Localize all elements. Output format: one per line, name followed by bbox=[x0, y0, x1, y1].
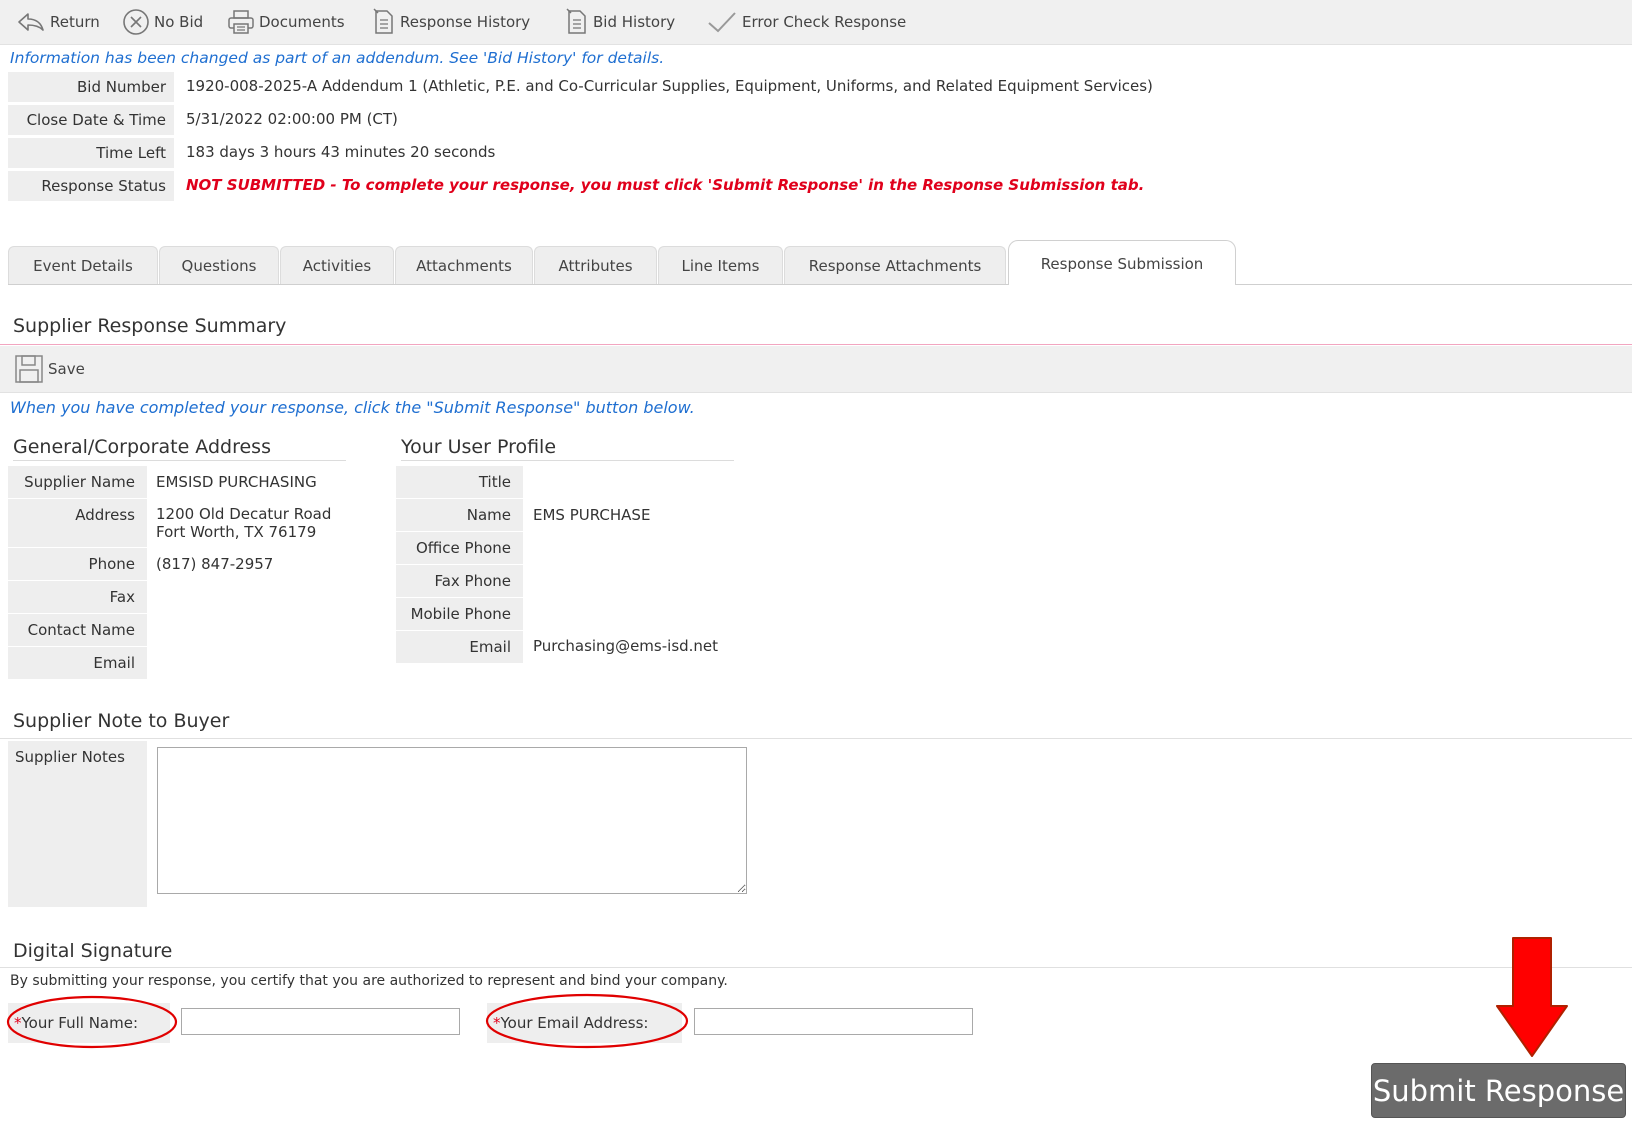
tab-event-details[interactable]: Event Details bbox=[8, 246, 158, 284]
office-phone-label: Office Phone bbox=[396, 532, 523, 564]
profile-name-value: EMS PURCHASE bbox=[533, 506, 651, 524]
printer-icon bbox=[228, 10, 254, 34]
mobile-phone-label: Mobile Phone bbox=[396, 598, 523, 630]
time-left-value: 183 days 3 hours 43 minutes 20 seconds bbox=[186, 143, 496, 161]
error-check-response-button[interactable]: Error Check Response bbox=[706, 10, 906, 34]
supplier-notes-textarea[interactable] bbox=[157, 747, 747, 894]
response-status-label: Response Status bbox=[8, 171, 174, 201]
submit-response-button[interactable]: Submit Response bbox=[1371, 1063, 1626, 1118]
bid-history-button[interactable]: Bid History bbox=[565, 8, 676, 34]
email-address-input[interactable] bbox=[694, 1008, 973, 1035]
submit-instruction: When you have completed your response, c… bbox=[10, 398, 695, 417]
response-history-button[interactable]: Response History bbox=[372, 8, 531, 34]
fax-label: Fax bbox=[8, 581, 147, 613]
notes-divider bbox=[0, 738, 1632, 739]
circle-x-icon bbox=[123, 9, 149, 35]
profile-email-value: Purchasing@ems-isd.net bbox=[533, 637, 719, 655]
error-check-label: Error Check Response bbox=[742, 13, 907, 31]
certification-text: By submitting your response, you certify… bbox=[10, 973, 728, 989]
checkmark-icon bbox=[708, 12, 736, 33]
bid-history-label: Bid History bbox=[593, 13, 676, 31]
annotation-overlay bbox=[6, 993, 689, 1049]
response-status-value: NOT SUBMITTED - To complete your respons… bbox=[186, 176, 1145, 194]
addendum-notice: Information has been changed as part of … bbox=[10, 49, 665, 67]
tab-questions[interactable]: Questions bbox=[159, 246, 279, 284]
save-button[interactable]: Save bbox=[14, 354, 85, 384]
documents-label: Documents bbox=[259, 13, 345, 31]
profile-email-label: Email bbox=[396, 631, 523, 663]
close-date-label: Close Date & Time bbox=[8, 105, 174, 135]
email-label: Email bbox=[8, 647, 147, 679]
supplier-name-value: EMSISD PURCHASING bbox=[156, 473, 317, 491]
documents-button[interactable]: Documents bbox=[227, 10, 345, 34]
summary-title: Supplier Response Summary bbox=[13, 315, 287, 337]
tab-attachments[interactable]: Attachments bbox=[395, 246, 533, 284]
save-toolbar: Save bbox=[0, 346, 1632, 393]
return-label: Return bbox=[50, 13, 100, 31]
annotation-ellipse-name bbox=[6, 995, 178, 1049]
section-divider bbox=[0, 344, 1632, 345]
return-arrow-icon bbox=[18, 13, 44, 31]
time-left-label: Time Left bbox=[8, 138, 174, 168]
address-line2: Fort Worth, TX 76179 bbox=[156, 523, 317, 541]
contact-name-label: Contact Name bbox=[8, 614, 147, 646]
profile-heading: Your User Profile bbox=[401, 436, 734, 461]
no-bid-button[interactable]: No Bid bbox=[122, 9, 204, 35]
return-button[interactable]: Return bbox=[16, 10, 100, 34]
signature-heading: Digital Signature bbox=[13, 940, 173, 962]
no-bid-label: No Bid bbox=[154, 13, 204, 31]
phone-label: Phone bbox=[8, 548, 147, 580]
history-document-icon bbox=[566, 8, 586, 34]
tab-line-items[interactable]: Line Items bbox=[658, 246, 783, 284]
address-line1: 1200 Old Decatur Road bbox=[156, 505, 332, 523]
address-label: Address bbox=[8, 499, 147, 547]
phone-value: (817) 847-2957 bbox=[156, 555, 274, 573]
response-history-label: Response History bbox=[400, 13, 531, 31]
tab-activities[interactable]: Activities bbox=[280, 246, 394, 284]
down-arrow-icon bbox=[1496, 937, 1568, 1057]
floppy-disk-icon bbox=[15, 355, 43, 383]
bid-number-value: 1920-008-2025-A Addendum 1 (Athletic, P.… bbox=[186, 77, 1153, 95]
address-heading: General/Corporate Address bbox=[13, 436, 346, 461]
history-document-icon bbox=[373, 8, 393, 34]
bid-number-label: Bid Number bbox=[8, 72, 174, 102]
profile-title-label: Title bbox=[396, 466, 523, 498]
save-label: Save bbox=[48, 360, 85, 378]
action-toolbar: Return No Bid Documents Response History… bbox=[0, 0, 1632, 45]
supplier-name-label: Supplier Name bbox=[8, 466, 147, 498]
supplier-notes-label: Supplier Notes bbox=[8, 741, 147, 907]
close-date-value: 5/31/2022 02:00:00 PM (CT) bbox=[186, 110, 398, 128]
profile-name-label: Name bbox=[396, 499, 523, 531]
tab-bar: Event Details Questions Activities Attac… bbox=[8, 240, 1632, 285]
annotation-ellipse-email bbox=[485, 993, 689, 1049]
tab-response-submission[interactable]: Response Submission bbox=[1008, 240, 1236, 285]
tab-attributes[interactable]: Attributes bbox=[534, 246, 657, 284]
fax-phone-label: Fax Phone bbox=[396, 565, 523, 597]
tab-response-attachments[interactable]: Response Attachments bbox=[784, 246, 1006, 284]
signature-divider bbox=[0, 967, 1632, 968]
notes-heading: Supplier Note to Buyer bbox=[13, 710, 230, 732]
